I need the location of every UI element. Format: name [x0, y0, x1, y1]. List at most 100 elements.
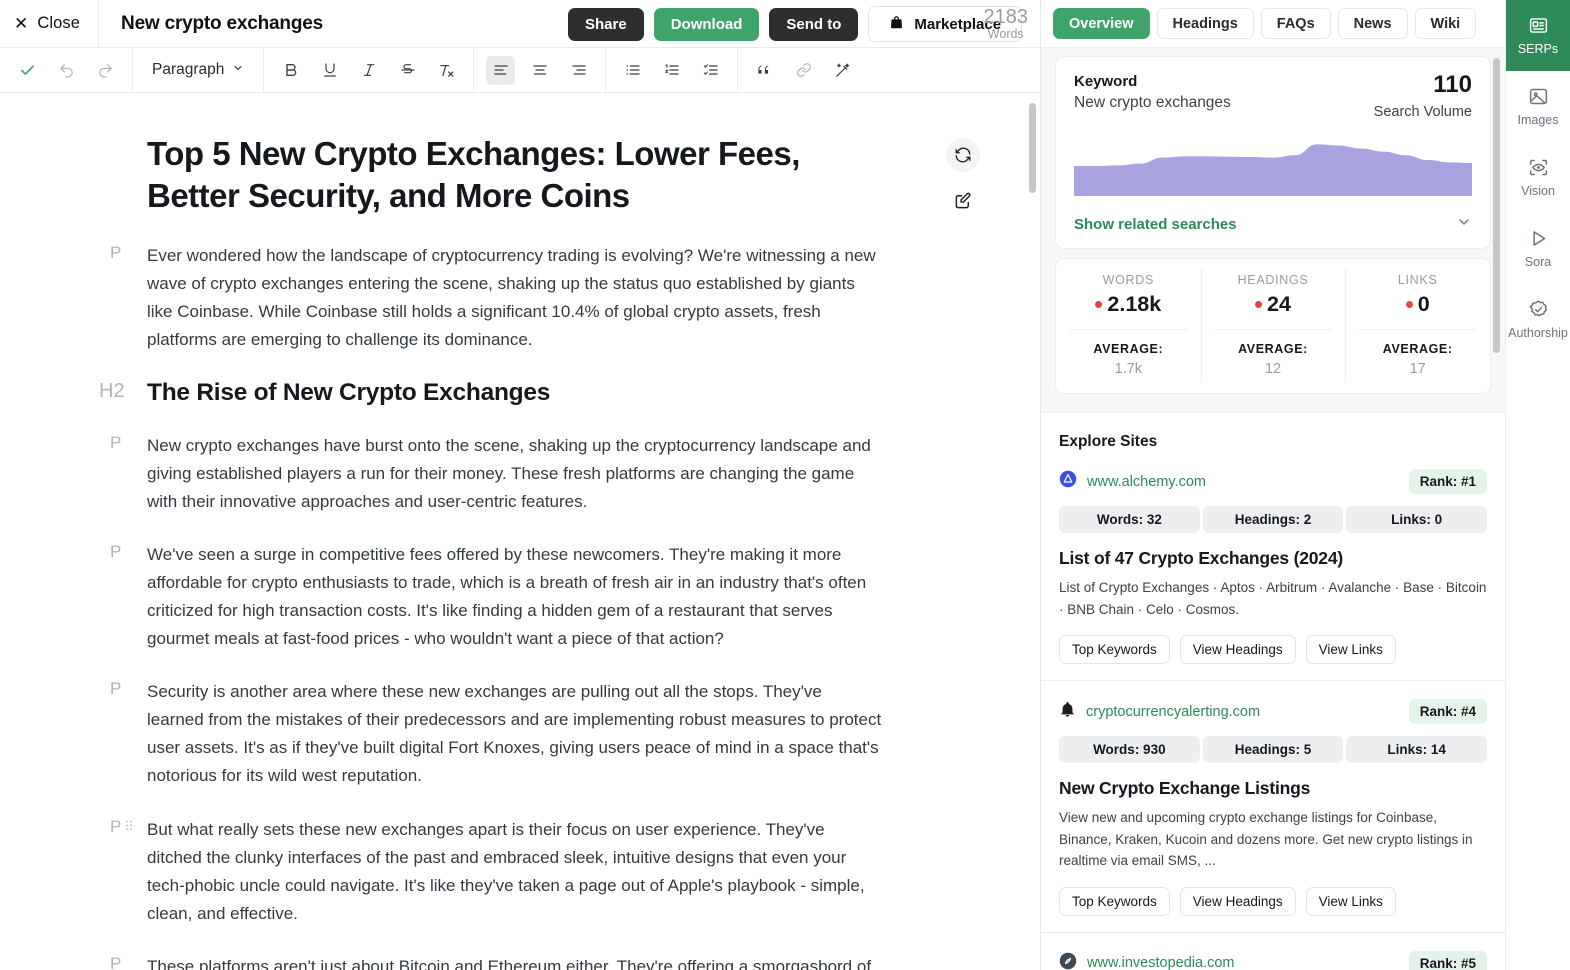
stat-value: 0	[1417, 292, 1430, 316]
site-identity: www.alchemy.com	[1059, 470, 1206, 493]
stat-column: LINKS 0 AVERAGE: 17	[1345, 259, 1490, 393]
tab-faqs[interactable]: FAQs	[1260, 8, 1331, 39]
document-scroll-area[interactable]: Top 5 New Crypto Exchanges: Lower Fees, …	[0, 93, 1040, 970]
edit-title-icon[interactable]	[946, 183, 980, 217]
share-button[interactable]: Share	[568, 7, 644, 41]
site-description: List of Crypto Exchanges · Aptos · Arbit…	[1059, 580, 1487, 617]
stat-name: WORDS	[1102, 273, 1155, 287]
document-h2[interactable]: The Rise of New Crypto Exchanges	[147, 379, 550, 407]
link-icon[interactable]	[789, 56, 818, 85]
site-url[interactable]: www.alchemy.com	[1087, 474, 1206, 490]
site-result-block: www.investopedia.com Rank: #5	[1041, 933, 1505, 970]
document-block[interactable]: H2 The Rise of New Crypto Exchanges	[99, 379, 890, 407]
rank-badge: Rank: #4	[1408, 699, 1487, 725]
document-block[interactable]: P Security is another area where these ne…	[110, 678, 890, 790]
close-button[interactable]: ✕ Close	[0, 0, 100, 48]
document-block[interactable]: P We've seen a surge in competitive fees …	[110, 541, 890, 653]
site-metric: Words: 32	[1059, 506, 1200, 533]
chip-view-links[interactable]: View Links	[1305, 635, 1396, 665]
chip-view-headings[interactable]: View Headings	[1179, 635, 1296, 665]
site-title[interactable]: List of 47 Crypto Exchanges (2024)	[1059, 548, 1487, 569]
site-metric: Headings: 2	[1202, 506, 1344, 533]
stat-value: 24	[1267, 292, 1291, 316]
regenerate-icon[interactable]	[946, 138, 980, 172]
block-type-tag: P	[110, 432, 147, 453]
clear-formatting-icon[interactable]	[432, 56, 461, 85]
stat-average-value: 12	[1264, 361, 1282, 377]
panel-scrollbar-thumb[interactable]	[1493, 58, 1500, 353]
chevron-down-icon	[232, 61, 244, 79]
stat-column: WORDS 2.18k AVERAGE: 1.7k	[1056, 259, 1201, 393]
rail-item-sora[interactable]: Sora	[1506, 213, 1570, 284]
rail-item-serps[interactable]: SERPs	[1506, 0, 1570, 71]
ai-magic-wand-icon[interactable]	[828, 56, 857, 85]
bold-icon[interactable]	[276, 56, 305, 85]
rail-item-label: Sora	[1524, 255, 1552, 269]
undo-icon[interactable]	[52, 56, 81, 85]
editor-scrollbar-thumb[interactable]	[1029, 103, 1036, 193]
tab-headings[interactable]: Headings	[1156, 8, 1254, 39]
document-paragraph[interactable]: Security is another area where these new…	[147, 678, 882, 790]
chip-top-keywords[interactable]: Top Keywords	[1059, 886, 1170, 916]
investopedia-logo-icon	[1059, 952, 1077, 970]
align-left-icon[interactable]	[486, 55, 516, 85]
panel-scroll-area[interactable]: Keyword New crypto exchanges 110 Search …	[1041, 48, 1505, 970]
document-heading-row: Top 5 New Crypto Exchanges: Lower Fees, …	[110, 133, 890, 217]
download-button[interactable]: Download	[653, 7, 760, 41]
drag-handle-icon[interactable]: ⠿	[124, 817, 133, 833]
send-to-button[interactable]: Send to	[769, 7, 859, 41]
site-url[interactable]: www.investopedia.com	[1087, 955, 1235, 970]
show-related-searches-row[interactable]: Show related searches	[1074, 214, 1472, 235]
block-type-label: P	[110, 679, 122, 699]
site-header: www.alchemy.com Rank: #1	[1059, 469, 1487, 494]
bullet-list-icon[interactable]	[618, 56, 647, 85]
save-check-icon[interactable]	[13, 56, 42, 85]
underline-icon[interactable]	[315, 56, 344, 85]
document-block[interactable]: P ⠿ But what really sets these new exchang…	[110, 816, 890, 928]
align-center-icon[interactable]	[525, 56, 554, 85]
align-right-icon[interactable]	[564, 56, 593, 85]
document-block[interactable]: P These platforms aren't just about Bitco…	[110, 953, 890, 970]
site-url[interactable]: cryptocurrencyalerting.com	[1086, 704, 1260, 720]
chip-view-links[interactable]: View Links	[1305, 886, 1396, 916]
stat-divider	[1070, 329, 1187, 330]
chip-top-keywords[interactable]: Top Keywords	[1059, 635, 1170, 665]
document-paragraph[interactable]: We've seen a surge in competitive fees o…	[147, 541, 882, 653]
numbered-list-icon[interactable]	[657, 56, 686, 85]
page-title: New crypto exchanges	[121, 12, 323, 34]
italic-icon[interactable]	[354, 56, 383, 85]
rail-item-label: Vision	[1521, 184, 1555, 198]
site-title[interactable]: New Crypto Exchange Listings	[1059, 778, 1487, 799]
tab-wiki[interactable]: Wiki	[1414, 8, 1477, 39]
document-block[interactable]: P New crypto exchanges have burst onto th…	[110, 432, 890, 516]
block-type-tag: P	[110, 242, 147, 263]
verified-icon	[1528, 299, 1549, 320]
block-type-label: P	[110, 953, 122, 970]
document-paragraph[interactable]: New crypto exchanges have burst onto the…	[147, 432, 882, 516]
rail-item-vision[interactable]: Vision	[1506, 142, 1570, 213]
document-paragraph[interactable]: These platforms aren't just about Bitcoi…	[147, 953, 871, 970]
chevron-down-icon	[1456, 214, 1472, 235]
keyword-card: Keyword New crypto exchanges 110 Search …	[1055, 56, 1491, 249]
stat-divider	[1214, 329, 1332, 330]
tab-overview[interactable]: Overview	[1053, 8, 1150, 39]
paragraph-style-select[interactable]: Paragraph	[140, 55, 256, 85]
stat-value-row: 24	[1201, 292, 1346, 317]
keyword-label: Keyword	[1074, 73, 1138, 90]
tab-news[interactable]: News	[1337, 8, 1408, 39]
redo-icon[interactable]	[91, 56, 120, 85]
document-block[interactable]: P Ever wondered how the landscape of cryp…	[110, 242, 890, 354]
keyword-card-header: Keyword New crypto exchanges 110 Search …	[1074, 73, 1472, 121]
sites-list: www.alchemy.com Rank: #1 Words: 32 Headings…	[1041, 451, 1505, 970]
sparkline-area	[1074, 144, 1472, 196]
checklist-icon[interactable]	[696, 56, 725, 85]
document-paragraph[interactable]: But what really sets these new exchanges…	[147, 816, 882, 928]
rail-item-images[interactable]: Images	[1506, 71, 1570, 142]
document-h1[interactable]: Top 5 New Crypto Exchanges: Lower Fees, …	[110, 133, 800, 217]
paragraph-style-label: Paragraph	[152, 61, 225, 78]
blockquote-icon[interactable]	[750, 56, 779, 85]
strikethrough-icon[interactable]	[393, 56, 422, 85]
chip-view-headings[interactable]: View Headings	[1179, 886, 1296, 916]
document-paragraph[interactable]: Ever wondered how the landscape of crypt…	[147, 242, 882, 354]
rail-item-authorship[interactable]: Authorship	[1506, 284, 1570, 355]
